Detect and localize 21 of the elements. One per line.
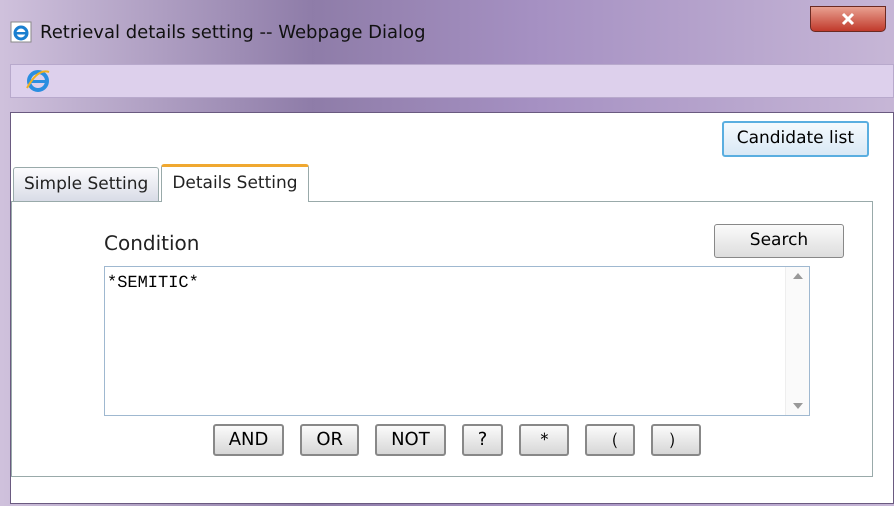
- scrollbar[interactable]: [785, 266, 809, 414]
- candidate-list-button[interactable]: Candidate list: [722, 121, 869, 156]
- condition-field[interactable]: *SEMITIC*: [104, 266, 810, 416]
- scroll-down-icon[interactable]: [792, 402, 802, 408]
- operator-button[interactable]: （: [585, 424, 636, 456]
- tab[interactable]: Simple Setting: [13, 166, 160, 201]
- close-button[interactable]: [810, 6, 886, 32]
- operator-button[interactable]: AND: [212, 424, 284, 456]
- scroll-up-icon[interactable]: [792, 272, 802, 278]
- window-title: Retrieval details setting -- Webpage Dialog: [40, 20, 426, 44]
- operator-button[interactable]: ?: [462, 424, 504, 456]
- operator-button[interactable]: OR: [300, 424, 360, 456]
- condition-label: Condition: [104, 230, 200, 256]
- tab[interactable]: Details Setting: [161, 164, 309, 202]
- operator-button[interactable]: NOT: [375, 424, 446, 456]
- operator-button[interactable]: ＊: [519, 424, 570, 456]
- close-icon: [841, 12, 855, 26]
- search-button[interactable]: Search: [714, 224, 844, 258]
- browser-icon: [10, 21, 32, 43]
- browser-icon: [25, 68, 51, 94]
- operator-button[interactable]: ）: [651, 424, 702, 456]
